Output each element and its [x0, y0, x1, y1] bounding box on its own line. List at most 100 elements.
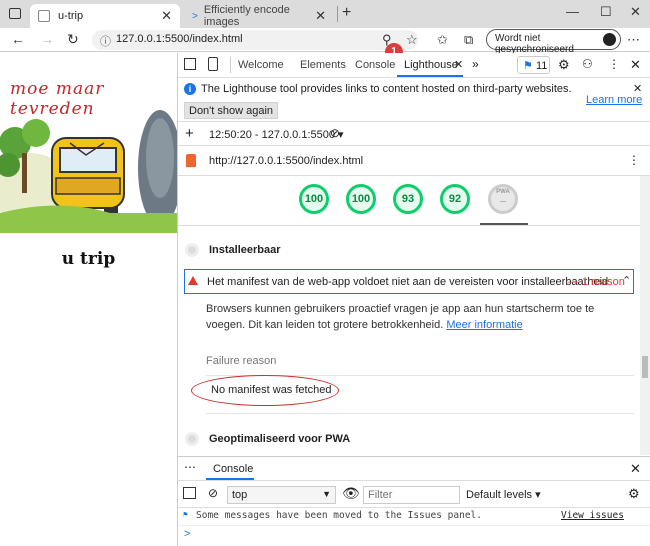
close-lighthouse-tab-icon[interactable]: ✕ [454, 58, 463, 71]
clear-console-icon[interactable]: ⊘ [208, 486, 218, 500]
console-prompt[interactable]: > [184, 528, 190, 540]
close-tab-icon[interactable]: ✕ [315, 8, 326, 24]
close-devtools-icon[interactable]: ✕ [630, 57, 641, 73]
favorites-icon[interactable]: ✩ [437, 32, 448, 48]
toolbar-divider [230, 57, 231, 73]
close-tab-icon[interactable]: ✕ [161, 8, 172, 24]
report-url: http://127.0.0.1:5500/index.html [209, 155, 364, 167]
drawer-menu-icon[interactable]: ⋯ [184, 460, 196, 474]
installable-section-icon [185, 243, 199, 257]
pwa-label: PWA [496, 189, 510, 195]
collections-icon[interactable]: ⧉ [464, 32, 473, 48]
score-gauge-performance[interactable]: 100 [299, 184, 329, 214]
devtools-tab-bar: Welcome Elements Console Lighthouse ✕ » … [178, 53, 650, 78]
tab-lighthouse[interactable]: Lighthouse [404, 59, 458, 71]
score-gauge-pwa[interactable]: PWA — [488, 184, 518, 214]
console-message-text: Some messages have been moved to the Iss… [196, 510, 482, 521]
audit-description-text: Browsers kunnen gebruikers proactief vra… [206, 303, 595, 331]
address-bar[interactable]: ⓘ 127.0.0.1:5500/index.html [92, 30, 418, 50]
settings-gear-icon[interactable]: ⚙ [558, 57, 570, 73]
read-aloud-icon[interactable]: ☆ [406, 32, 418, 48]
customize-devtools-icon[interactable]: ⚇ [582, 57, 593, 71]
close-drawer-icon[interactable]: ✕ [630, 461, 641, 477]
pwa-selected-indicator [480, 223, 528, 225]
pwa-optimized-section-icon [185, 432, 199, 446]
site-info-icon[interactable]: ⓘ [100, 33, 111, 49]
console-toolbar: ⊘ top ▼ 👁 Default levels ▾ ⚙ [178, 482, 650, 508]
minimize-icon[interactable]: — [566, 4, 579, 19]
issues-count: 11 [535, 60, 548, 72]
active-tab-indicator [206, 478, 254, 480]
inspect-element-icon[interactable] [184, 58, 196, 70]
tab-divider [337, 6, 338, 22]
tab-console[interactable]: Console [355, 59, 395, 71]
learn-more-link[interactable]: Learn more [586, 94, 642, 106]
new-report-icon[interactable]: + [185, 125, 194, 142]
levels-label: Default levels [466, 489, 533, 501]
view-issues-link[interactable]: View issues [561, 510, 624, 521]
active-tab-indicator [397, 75, 463, 77]
context-value: top [232, 489, 248, 501]
audit-title: Het manifest van de web-app voldoet niet… [207, 276, 609, 288]
console-filter-input[interactable] [363, 486, 460, 504]
forward-icon[interactable]: → [40, 31, 54, 47]
lighthouse-toolbar: + 12:50:20 - 127.0.0.1:5500 ▾ ⊘ [178, 122, 650, 146]
report-scrollbar[interactable] [640, 176, 650, 455]
clear-reports-icon[interactable]: ⊘ [330, 126, 340, 140]
tab-u-trip[interactable]: u-trip ✕ [30, 4, 180, 28]
lighthouse-logo-icon [186, 154, 196, 167]
web-page: moe maar tevreden u trip [0, 53, 177, 546]
section-pwa-optimized-title: Geoptimaliseerd voor PWA [209, 433, 351, 445]
context-select[interactable]: top ▼ [227, 486, 336, 504]
score-gauges: 100 100 93 92 PWA — [178, 176, 650, 226]
dont-show-again-button[interactable]: Don't show again [184, 102, 279, 119]
report-url-bar: http://127.0.0.1:5500/index.html ⋮ [178, 146, 650, 176]
score-gauge-accessibility[interactable]: 100 [346, 184, 376, 214]
chevron-up-icon[interactable]: ⌃ [622, 274, 631, 287]
learn-more-link[interactable]: Meer informatie [446, 319, 522, 331]
drawer-tab-bar: ⋯ Console ✕ [178, 457, 650, 481]
address-text: 127.0.0.1:5500/index.html [116, 33, 243, 45]
issues-counter-button[interactable]: ⚑ 11 [517, 56, 550, 74]
tab-welcome[interactable]: Welcome [238, 59, 284, 71]
maximize-icon[interactable]: ☐ [600, 4, 612, 20]
tab-actions-icon[interactable] [9, 8, 21, 19]
log-levels-dropdown[interactable]: Default levels ▾ [466, 488, 541, 501]
devtools-menu-icon[interactable]: ⋮ [608, 57, 620, 71]
report-menu-icon[interactable]: ⋮ [628, 153, 640, 167]
console-settings-gear-icon[interactable]: ⚙ [628, 486, 640, 502]
section-installable-title: Installeerbaar [209, 244, 281, 256]
console-drawer: ⋯ Console ✕ ⊘ top ▼ 👁 Default levels ▾ ⚙… [178, 456, 650, 546]
page-favicon-icon [38, 10, 50, 22]
table-divider [206, 413, 634, 414]
audit-manifest-row[interactable]: Het manifest van de web-app voldoet niet… [184, 269, 634, 294]
avatar [603, 33, 616, 46]
page-heading: u trip [61, 249, 116, 269]
dropdown-arrow-icon: ▼ [322, 489, 331, 499]
report-selector[interactable]: 12:50:20 - 127.0.0.1:5500 ▾ [209, 128, 344, 141]
back-icon[interactable]: ← [11, 31, 25, 47]
issues-flag-icon: ⚑ [183, 510, 188, 519]
tab-title: Efficiently encode images [203, 4, 290, 28]
scrollbar-thumb[interactable] [642, 356, 648, 378]
tab-elements[interactable]: Elements [300, 59, 346, 71]
drawer-tab-console[interactable]: Console [213, 463, 253, 475]
issues-icon: ⚑ [523, 60, 533, 72]
profile-sync-button[interactable]: Wordt niet gesynchroniseerd [486, 29, 621, 55]
score-gauge-seo[interactable]: 92 [440, 184, 470, 214]
audit-reason: — 1 reason [568, 276, 625, 288]
refresh-icon[interactable]: ↻ [67, 31, 79, 48]
report-selector-text: 12:50:20 - 127.0.0.1:5500 [209, 129, 335, 141]
console-message-row: ⚑ Some messages have been moved to the I… [178, 508, 650, 526]
device-toolbar-icon[interactable] [208, 57, 218, 71]
show-sidebar-icon[interactable] [183, 487, 196, 499]
score-gauge-best-practices[interactable]: 93 [393, 184, 423, 214]
browser-toolbar: ← → ↻ ⓘ 127.0.0.1:5500/index.html ⚲ ☆ ✩ … [0, 28, 650, 55]
live-expression-eye-icon[interactable]: 👁 [342, 485, 360, 502]
audit-description: Browsers kunnen gebruikers proactief vra… [206, 301, 626, 333]
more-tabs-icon[interactable]: » [472, 57, 479, 71]
close-window-icon[interactable]: ✕ [630, 4, 641, 20]
tab-efficiently-encode-images[interactable]: > Efficiently encode images ✕ [184, 4, 334, 28]
new-tab-button[interactable]: + [342, 4, 351, 22]
more-menu-icon[interactable]: ⋯ [627, 32, 640, 48]
